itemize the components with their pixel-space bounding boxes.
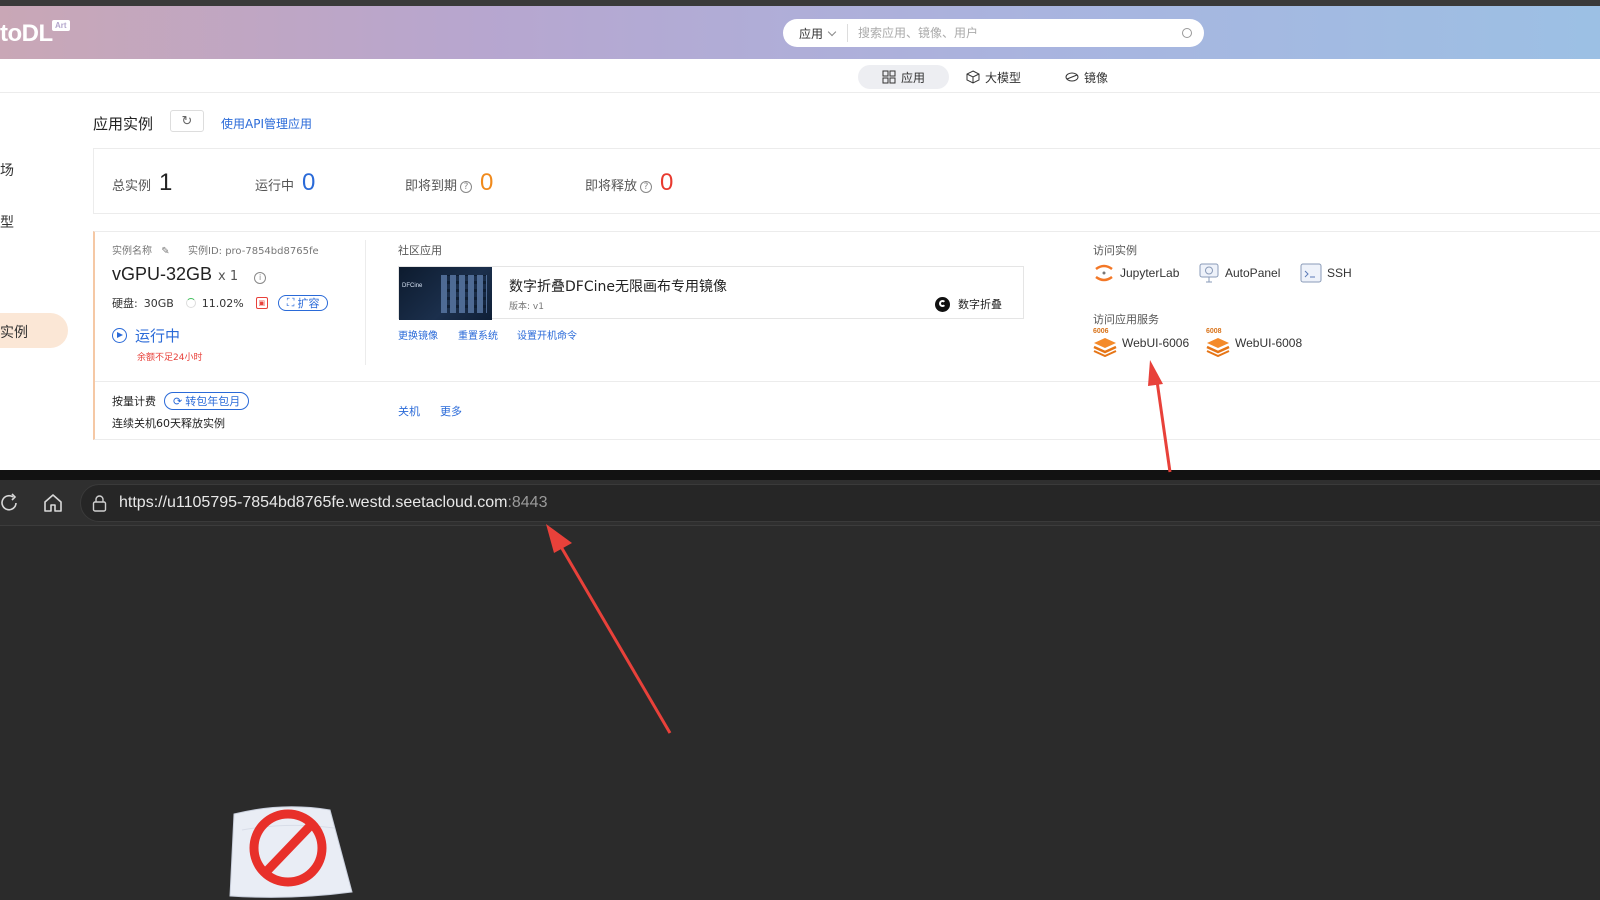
annotation-arrows: [546, 360, 1172, 734]
arrow-to-url-icon: [546, 524, 672, 734]
arrow-to-webui-icon: [1148, 360, 1172, 473]
